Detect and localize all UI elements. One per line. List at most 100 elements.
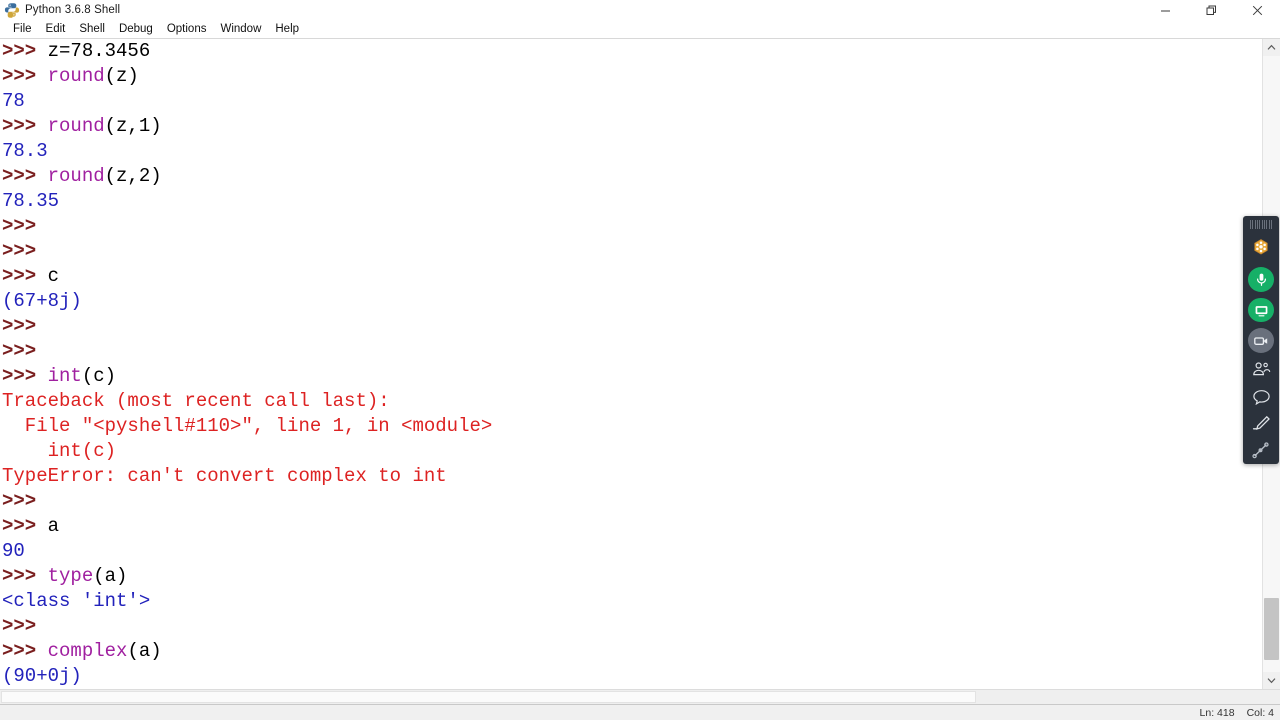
shell-token-prompt: >>>	[2, 515, 48, 537]
shell-line: TypeError: can't convert complex to int	[2, 464, 1262, 489]
shell-line: (90+0j)	[2, 664, 1262, 689]
shell-token-prompt: >>>	[2, 65, 48, 87]
minimize-button[interactable]	[1142, 0, 1188, 20]
menu-item-file[interactable]: File	[6, 21, 39, 37]
menu-item-window[interactable]: Window	[213, 21, 268, 37]
shell-text-output[interactable]: >>> z=78.3456 >>> round(z) 78 >>> round(z,1…	[0, 39, 1262, 689]
shell-line: 90	[2, 539, 1262, 564]
shell-line: >>> round(z)	[2, 64, 1262, 89]
shell-token-prompt: >>>	[2, 315, 48, 337]
shell-line: >>> int(c)	[2, 364, 1262, 389]
microphone-button[interactable]	[1248, 266, 1274, 292]
shell-token-builtin: int	[47, 365, 82, 387]
shell-line: >>>	[2, 239, 1262, 264]
drag-handle[interactable]	[1250, 220, 1272, 229]
title-bar: Python 3.6.8 Shell	[0, 0, 1280, 20]
shell-line: 78.35	[2, 189, 1262, 214]
shell-token-builtin: round	[47, 65, 105, 87]
shell-token-builtin: complex	[47, 640, 128, 662]
shell-line: (67+8j)	[2, 289, 1262, 314]
pencil-icon[interactable]	[1248, 412, 1274, 435]
shell-token-prompt: >>>	[2, 215, 48, 237]
shell-token-out: <class 'int'>	[2, 590, 151, 612]
menu-item-shell[interactable]: Shell	[72, 21, 112, 37]
shell-line: >>>	[2, 214, 1262, 239]
shell-line: >>>	[2, 614, 1262, 639]
shell-token-prompt: >>>	[2, 240, 48, 262]
shell-token-builtin: round	[47, 165, 105, 187]
shell-line: 78.3	[2, 139, 1262, 164]
app-logo-icon[interactable]	[1248, 236, 1274, 261]
shell-token-out: 78.35	[2, 190, 60, 212]
shell-line: Traceback (most recent call last):	[2, 389, 1262, 414]
shell-token-plain: (a)	[93, 565, 128, 587]
status-bar: Ln: 418 Col: 4	[0, 704, 1280, 720]
close-button[interactable]	[1234, 0, 1280, 20]
shell-line: >>> complex(a)	[2, 639, 1262, 664]
shell-line: >>> round(z,1)	[2, 114, 1262, 139]
shell-line: 78	[2, 89, 1262, 114]
shell-line: File "<pyshell#110>", line 1, in <module…	[2, 414, 1262, 439]
shell-token-plain: (z,2)	[104, 165, 162, 187]
shell-line: >>>	[2, 489, 1262, 514]
shell-token-plain: (z)	[104, 65, 139, 87]
shell-token-builtin: round	[47, 115, 105, 137]
menu-bar: File Edit Shell Debug Options Window Help	[0, 20, 1280, 39]
shell-token-out: (90+0j)	[2, 665, 82, 687]
menu-item-help[interactable]: Help	[268, 21, 306, 37]
shell-token-plain: (c)	[81, 365, 117, 387]
shell-token-prompt: >>>	[2, 640, 48, 662]
shell-token-prompt: >>>	[2, 340, 48, 362]
shell-token-out: 78	[2, 90, 25, 112]
shell-token-plain: (a)	[127, 640, 162, 662]
pointer-share-icon[interactable]	[1248, 439, 1274, 462]
shell-token-prompt: >>>	[2, 565, 48, 587]
horizontal-scrollbar[interactable]	[0, 689, 1280, 704]
shell-line: <class 'int'>	[2, 589, 1262, 614]
shell-line: >>> z=78.3456	[2, 39, 1262, 64]
chat-icon[interactable]	[1248, 385, 1274, 408]
shell-token-prompt: >>>	[2, 365, 48, 387]
shell-token-prompt: >>>	[2, 490, 48, 512]
shell-token-builtin: type	[47, 565, 94, 587]
status-column-number: Col: 4	[1246, 706, 1274, 719]
scroll-down-arrow-icon[interactable]	[1263, 672, 1280, 689]
shell-token-out: 78.3	[2, 140, 48, 162]
shell-token-out: (67+8j)	[2, 290, 82, 312]
restore-button[interactable]	[1188, 0, 1234, 20]
shell-line: >>> a	[2, 514, 1262, 539]
shell-token-err: Traceback (most recent call last):	[2, 390, 390, 412]
shell-token-err: TypeError: can't convert complex to int	[2, 465, 447, 487]
python-idle-icon	[4, 2, 20, 18]
shell-token-prompt: >>>	[2, 615, 48, 637]
shell-token-prompt: >>>	[2, 40, 48, 62]
python-idle-shell-window: Python 3.6.8 Shell File Edit Shell Debug Opt…	[0, 0, 1280, 720]
shell-token-plain: a	[47, 515, 60, 537]
shell-token-plain: (z,1)	[104, 115, 162, 137]
vertical-scrollbar-thumb[interactable]	[1264, 598, 1279, 660]
shell-token-plain: z=78.3456	[47, 40, 151, 62]
share-screen-button[interactable]	[1248, 297, 1274, 323]
shell-token-plain: c	[47, 265, 60, 287]
shell-line: >>> c	[2, 264, 1262, 289]
menu-item-debug[interactable]: Debug	[112, 21, 160, 37]
shell-token-prompt: >>>	[2, 115, 48, 137]
shell-token-prompt: >>>	[2, 165, 48, 187]
horizontal-scrollbar-thumb[interactable]	[1, 691, 976, 703]
shell-token-prompt: >>>	[2, 265, 48, 287]
shell-line: int(c)	[2, 439, 1262, 464]
status-line-number: Ln: 418	[1199, 706, 1235, 719]
shell-area: >>> z=78.3456 >>> round(z) 78 >>> round(z,1…	[0, 39, 1280, 689]
camera-button[interactable]	[1248, 328, 1274, 354]
shell-line: >>>	[2, 339, 1262, 364]
menu-item-options[interactable]: Options	[160, 21, 214, 37]
window-controls	[1142, 0, 1280, 20]
menu-item-edit[interactable]: Edit	[39, 21, 73, 37]
participants-icon[interactable]	[1248, 358, 1274, 381]
meeting-toolbar[interactable]	[1243, 216, 1279, 464]
shell-line: >>> type(a)	[2, 564, 1262, 589]
scroll-up-arrow-icon[interactable]	[1263, 39, 1280, 56]
shell-line: >>>	[2, 314, 1262, 339]
shell-token-err: int(c)	[2, 440, 117, 462]
shell-line: >>> round(z,2)	[2, 164, 1262, 189]
